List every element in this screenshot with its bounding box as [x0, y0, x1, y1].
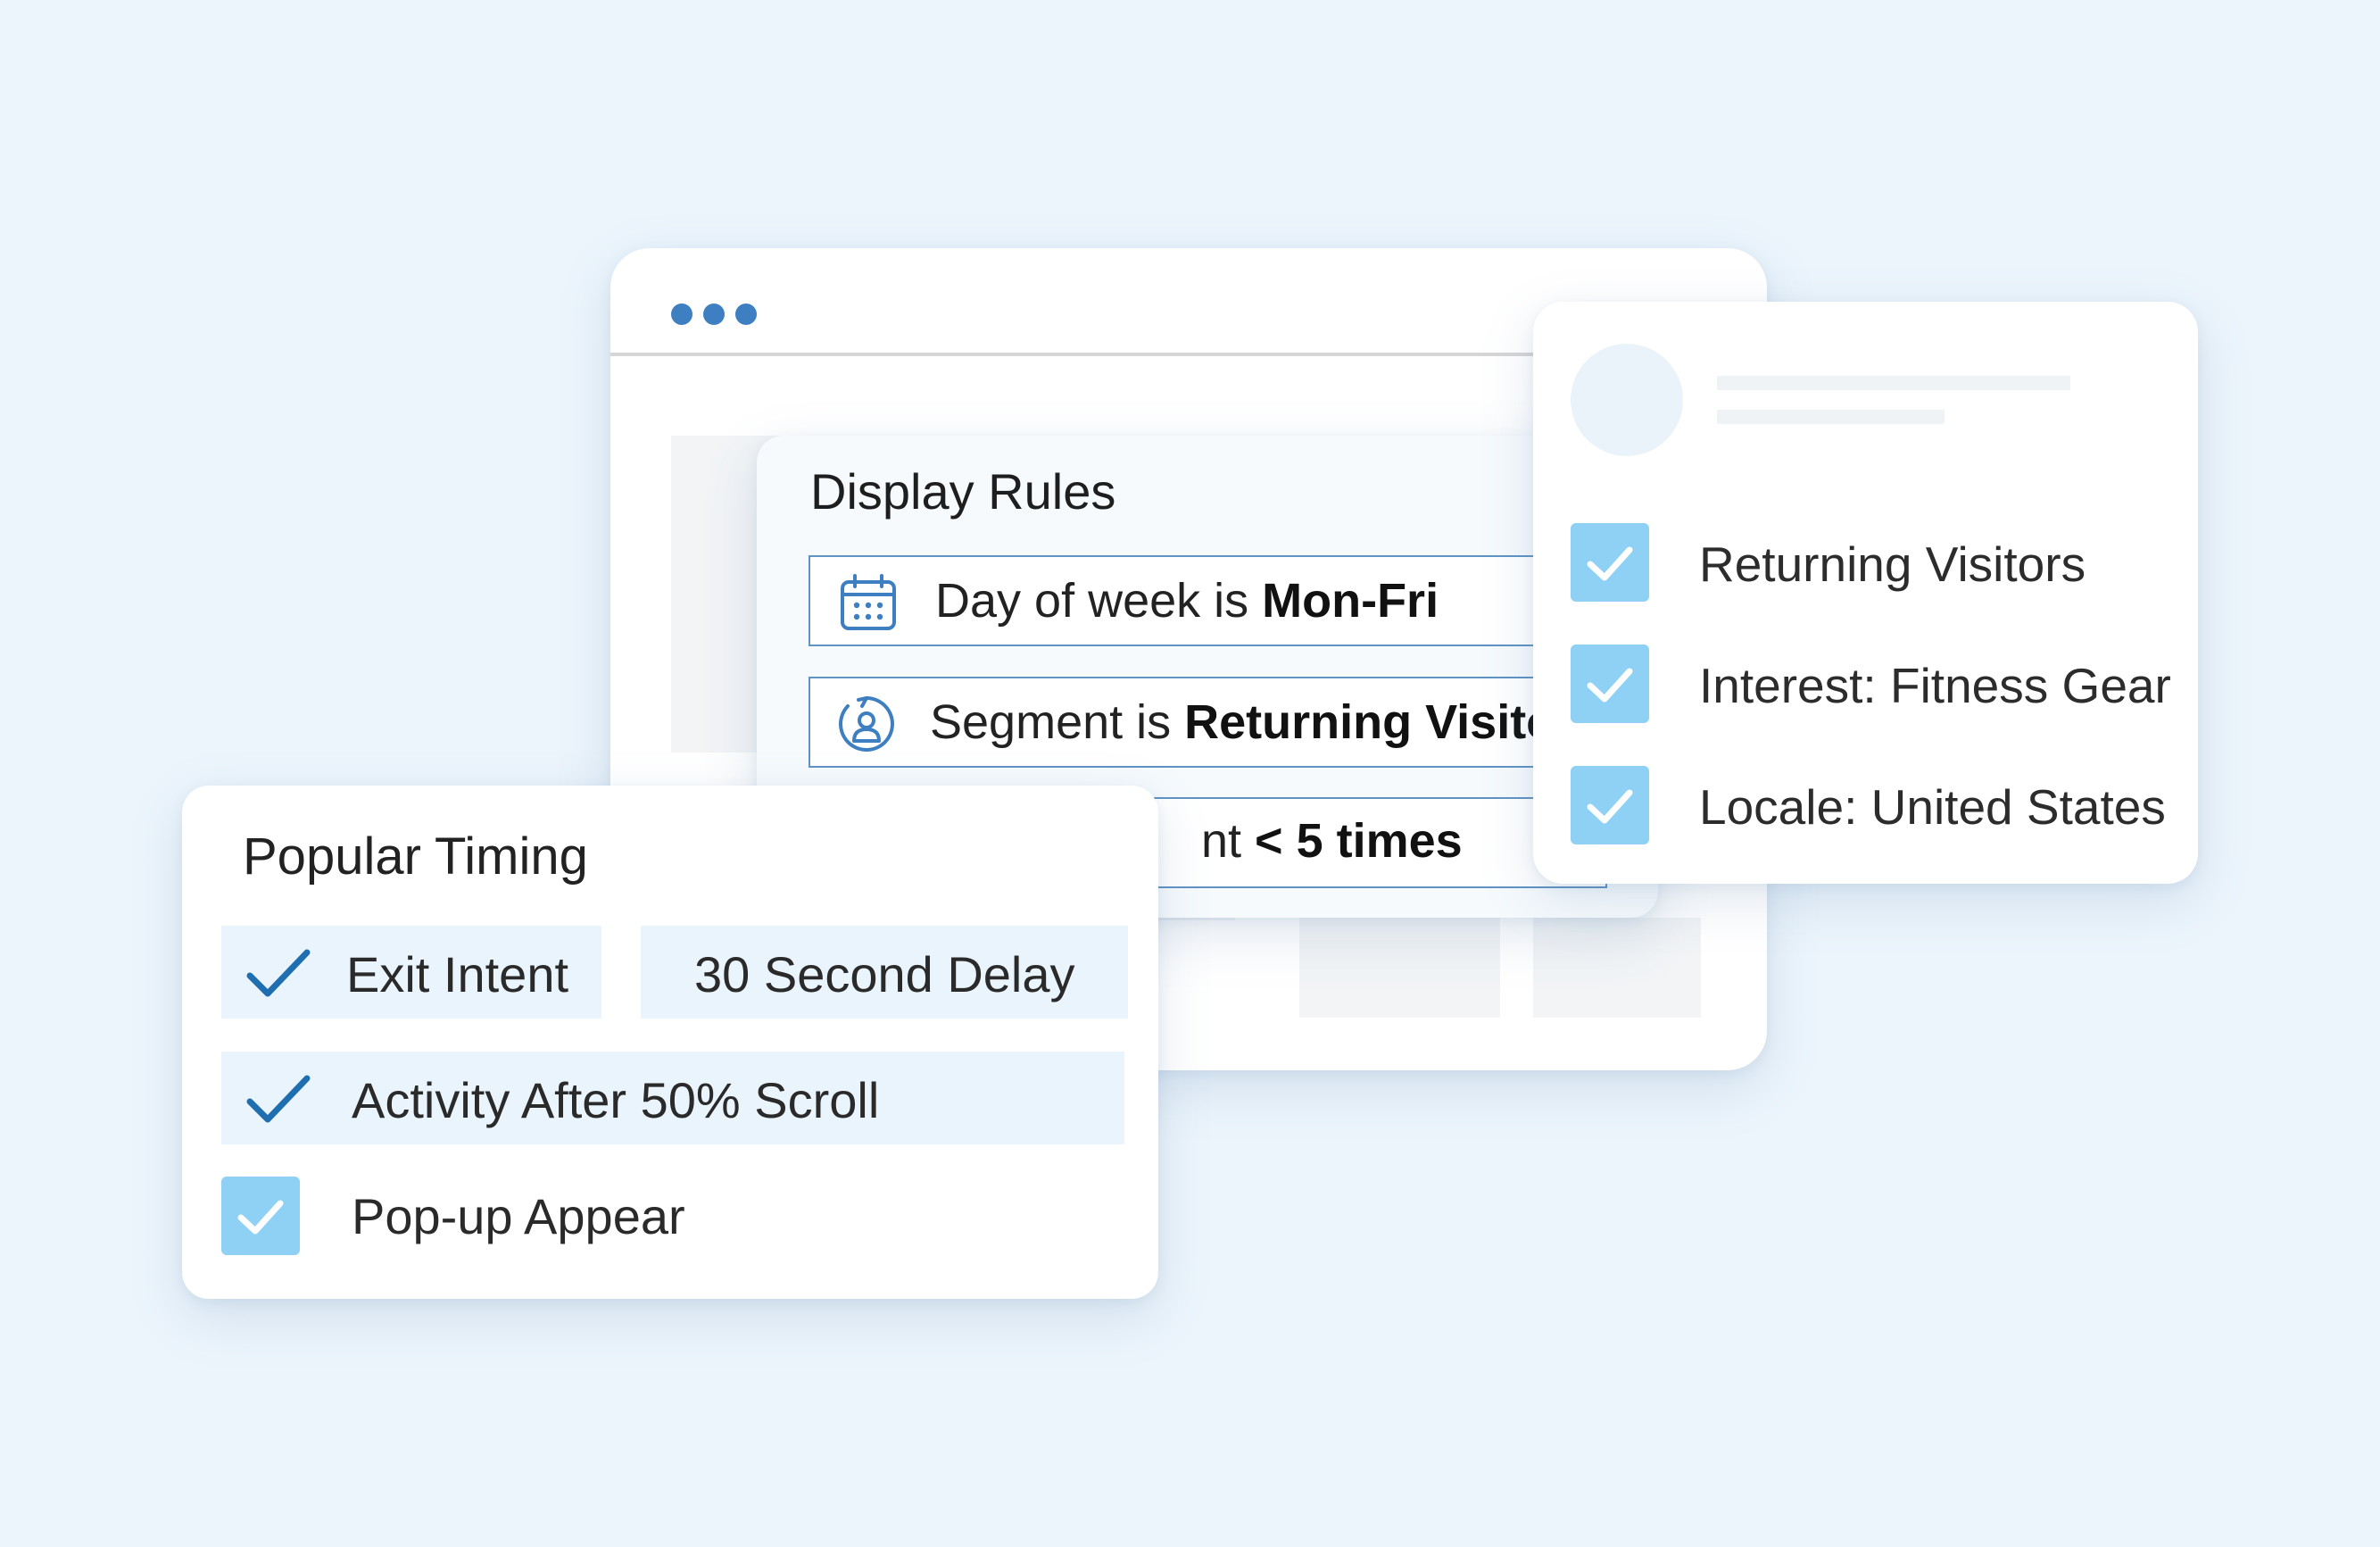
text-placeholder [1717, 376, 2070, 390]
rule-text: Day of week is Mon-Fri [935, 574, 1439, 628]
display-rules-title: Display Rules [810, 463, 1116, 520]
rule-segment[interactable]: Segment is Returning Visito [809, 677, 1607, 768]
avatar [1571, 344, 1683, 456]
checkmark-icon [1587, 668, 1633, 703]
text-placeholder [1717, 410, 1945, 424]
checkmark-icon [1587, 546, 1633, 581]
popup-appear-row[interactable]: Pop-up Appear [221, 1177, 757, 1255]
checkbox[interactable] [1571, 523, 1649, 602]
segments-card: Returning Visitors Interest: Fitness Gea… [1533, 302, 2198, 884]
segment-label: Interest: Fitness Gear [1699, 658, 2171, 713]
rule-text: Segment is Returning Visito [930, 695, 1556, 749]
content-placeholder [1533, 918, 1701, 1018]
popular-timing-card: Popular Timing Exit Intent 30 Second Del… [182, 786, 1158, 1299]
option-label: Activity After 50% Scroll [352, 1072, 880, 1128]
timing-option-scroll[interactable]: Activity After 50% Scroll [221, 1052, 1124, 1144]
option-label: Exit Intent [346, 946, 569, 1002]
checkbox[interactable] [1571, 645, 1649, 723]
rule-day-of-week[interactable]: Day of week is Mon-Fri [809, 555, 1607, 646]
checkbox[interactable] [1571, 766, 1649, 844]
content-placeholder [1299, 918, 1500, 1018]
timing-option-30-second-delay[interactable]: 30 Second Delay [641, 926, 1128, 1019]
checkmark-icon [246, 1075, 311, 1123]
segment-label: Returning Visitors [1699, 536, 2086, 592]
checkbox[interactable] [221, 1177, 300, 1255]
window-control-dot [735, 304, 757, 325]
returning-user-icon [839, 696, 894, 752]
option-label: 30 Second Delay [694, 946, 1075, 1002]
window-control-dot [703, 304, 725, 325]
popular-timing-title: Popular Timing [243, 828, 588, 886]
segment-label: Locale: United States [1699, 779, 2166, 835]
checkmark-icon [1587, 789, 1633, 824]
window-control-dot [671, 304, 692, 325]
checkmark-icon [246, 949, 311, 997]
timing-option-exit-intent[interactable]: Exit Intent [221, 926, 601, 1019]
rule-text: nt < 5 times [1201, 814, 1463, 868]
popup-appear-label: Pop-up Appear [352, 1188, 685, 1244]
calendar-icon [841, 574, 896, 630]
checkmark-icon [237, 1200, 284, 1235]
